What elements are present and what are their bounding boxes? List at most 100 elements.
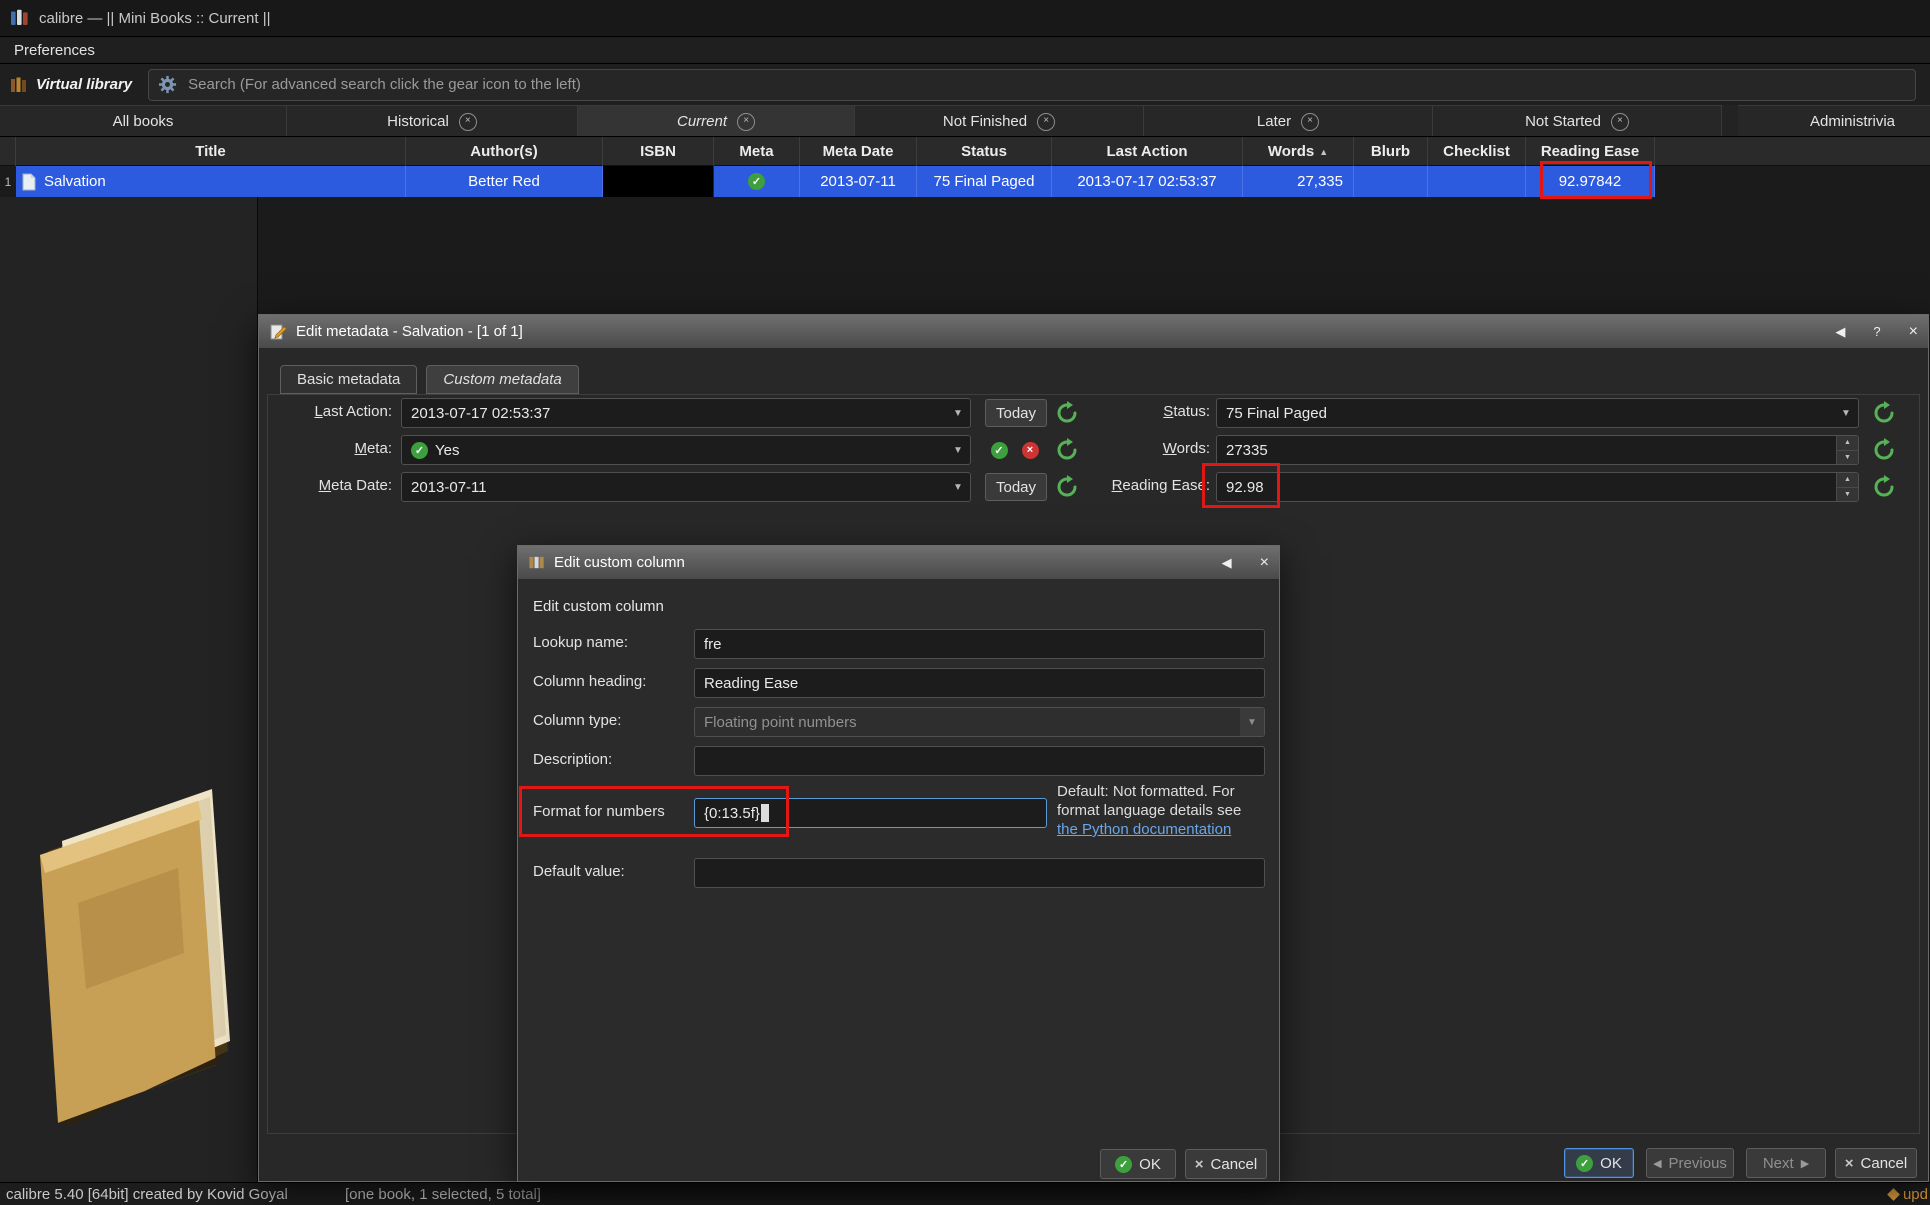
cell-title[interactable]: Salvation	[16, 166, 406, 197]
tab-not-finished[interactable]: Not Finished ×	[855, 105, 1144, 137]
cell-blurb[interactable]	[1354, 166, 1428, 197]
words-revert-icon[interactable]	[1870, 436, 1898, 464]
description-input[interactable]	[694, 746, 1265, 776]
tab-label: All books	[113, 113, 174, 130]
book-row-selected[interactable]: 1 Salvation Better Red ✓ 2013-07-11 75 F…	[0, 166, 1930, 197]
meta-date-combo[interactable]: 2013-07-11 ▼	[401, 472, 971, 502]
chevron-down-icon: ▼	[1834, 399, 1858, 427]
dialog-help-icon[interactable]: ?	[1873, 324, 1880, 339]
meta-date-today-button[interactable]: Today	[985, 473, 1047, 501]
forward-icon: ▶	[1801, 1157, 1809, 1170]
search-box	[148, 69, 1916, 101]
tab-current[interactable]: Current ×	[578, 105, 855, 137]
update-notification[interactable]: upd	[1889, 1186, 1928, 1203]
col-header-status[interactable]: Status	[917, 137, 1052, 166]
virtual-library-tabs: All books Historical × Current × Not Fin…	[0, 105, 1930, 137]
status-revert-icon[interactable]	[1870, 399, 1898, 427]
menu-preferences[interactable]: Preferences	[8, 40, 101, 61]
check-circle-icon: ✓	[748, 173, 765, 190]
tab-close-icon[interactable]: ×	[1301, 113, 1319, 131]
last-action-revert-icon[interactable]	[1053, 399, 1081, 427]
tab-not-started[interactable]: Not Started ×	[1433, 105, 1722, 137]
ok-button[interactable]: ✓ OK	[1564, 1148, 1634, 1178]
book-cover-image[interactable]	[18, 753, 258, 1147]
col-header-last-action[interactable]: Last Action	[1052, 137, 1243, 166]
gear-icon[interactable]	[158, 75, 177, 94]
meta-date-revert-icon[interactable]	[1053, 473, 1081, 501]
col-header-blurb[interactable]: Blurb	[1354, 137, 1428, 166]
meta-set-yes-icon[interactable]: ✓	[987, 438, 1011, 462]
meta-revert-icon[interactable]	[1053, 436, 1081, 464]
col-header-isbn[interactable]: ISBN	[603, 137, 714, 166]
cell-checklist[interactable]	[1428, 166, 1526, 197]
col-header-reading-ease[interactable]: Reading Ease	[1526, 137, 1655, 166]
last-action-today-button[interactable]: Today	[985, 399, 1047, 427]
tab-later[interactable]: Later ×	[1144, 105, 1433, 137]
reading-ease-revert-icon[interactable]	[1870, 473, 1898, 501]
col-header-checklist[interactable]: Checklist	[1428, 137, 1526, 166]
cell-words[interactable]: 27,335	[1243, 166, 1354, 197]
tab-administrivia[interactable]: Administrivia	[1738, 105, 1930, 137]
col-header-meta[interactable]: Meta	[714, 137, 800, 166]
spinner-buttons[interactable]: ▲▼	[1836, 473, 1858, 501]
col-header-meta-date[interactable]: Meta Date	[800, 137, 917, 166]
cell-status[interactable]: 75 Final Paged	[917, 166, 1052, 197]
reading-ease-spinner[interactable]: 92.98 ▲▼	[1216, 472, 1859, 502]
cell-meta[interactable]: ✓	[714, 166, 800, 197]
dialog-close-icon[interactable]: ×	[1260, 554, 1269, 572]
check-circle-icon: ✓	[1115, 1156, 1132, 1173]
spinner-buttons[interactable]: ▲▼	[1836, 436, 1858, 464]
cell-last-action[interactable]: 2013-07-17 02:53:37	[1052, 166, 1243, 197]
tab-historical[interactable]: Historical ×	[287, 105, 578, 137]
meta-clear-icon[interactable]: ×	[1018, 438, 1042, 462]
dialog-back-icon[interactable]: ◀	[1222, 555, 1232, 571]
default-value-input[interactable]	[694, 858, 1265, 888]
window-titlebar: calibre — || Mini Books :: Current ||	[0, 0, 1930, 37]
meta-combo[interactable]: ✓ Yes ▼	[401, 435, 971, 465]
custom-column-titlebar[interactable]: Edit custom column ◀ ×	[518, 546, 1279, 579]
col-header-filler	[1655, 137, 1930, 166]
tab-close-icon[interactable]: ×	[1611, 113, 1629, 131]
tab-close-icon[interactable]: ×	[1037, 113, 1055, 131]
metadata-tabs: Basic metadata Custom metadata	[280, 365, 579, 394]
words-spinner[interactable]: 27335 ▲▼	[1216, 435, 1859, 465]
col-header-authors[interactable]: Author(s)	[406, 137, 603, 166]
dialog-title: Edit custom column	[554, 554, 685, 571]
last-action-label: Last Action:	[289, 403, 392, 420]
search-input[interactable]	[186, 75, 1906, 94]
edit-metadata-titlebar[interactable]: Edit metadata - Salvation - [1 of 1] ◀ ?…	[259, 315, 1928, 348]
book-list-header: Title Author(s) ISBN Meta Meta Date Stat…	[0, 137, 1930, 166]
last-action-combo[interactable]: 2013-07-17 02:53:37 ▼	[401, 398, 971, 428]
cross-icon: ×	[1845, 1155, 1854, 1172]
tab-close-icon[interactable]: ×	[459, 113, 477, 131]
virtual-library-button[interactable]: Virtual library	[10, 76, 132, 94]
column-type-label: Column type:	[533, 712, 621, 729]
dialog-back-icon[interactable]: ◀	[1835, 324, 1845, 340]
cancel-button[interactable]: × Cancel	[1835, 1148, 1917, 1178]
cell-isbn[interactable]	[603, 166, 714, 197]
cell-reading-ease[interactable]: 92.97842	[1526, 166, 1655, 197]
cancel-button[interactable]: × Cancel	[1185, 1149, 1267, 1179]
dialog-heading: Edit custom column	[533, 598, 664, 615]
next-button[interactable]: Next ▶	[1746, 1148, 1826, 1178]
meta-date-label: Meta Date:	[289, 477, 392, 494]
tab-close-icon[interactable]: ×	[737, 113, 755, 131]
cell-authors[interactable]: Better Red	[406, 166, 603, 197]
tab-all-books[interactable]: All books	[0, 105, 287, 137]
cell-meta-date[interactable]: 2013-07-11	[800, 166, 917, 197]
tab-custom-metadata[interactable]: Custom metadata	[426, 365, 578, 394]
lookup-name-label: Lookup name:	[533, 634, 628, 651]
ok-button[interactable]: ✓ OK	[1100, 1149, 1176, 1179]
status-combo[interactable]: 75 Final Paged ▼	[1216, 398, 1859, 428]
lookup-name-input[interactable]	[694, 629, 1265, 659]
column-heading-input[interactable]	[694, 668, 1265, 698]
tab-basic-metadata[interactable]: Basic metadata	[280, 365, 417, 394]
col-header-title[interactable]: Title	[16, 137, 406, 166]
cell-filler	[1655, 166, 1930, 197]
python-documentation-link[interactable]: the Python documentation	[1057, 821, 1231, 838]
format-for-numbers-input[interactable]: {0:13.5f}	[694, 798, 1047, 828]
dialog-close-icon[interactable]: ×	[1909, 323, 1918, 341]
chevron-down-icon: ▼	[946, 399, 970, 427]
col-header-words[interactable]: Words ▲	[1243, 137, 1354, 166]
previous-button[interactable]: ◀ Previous	[1646, 1148, 1734, 1178]
